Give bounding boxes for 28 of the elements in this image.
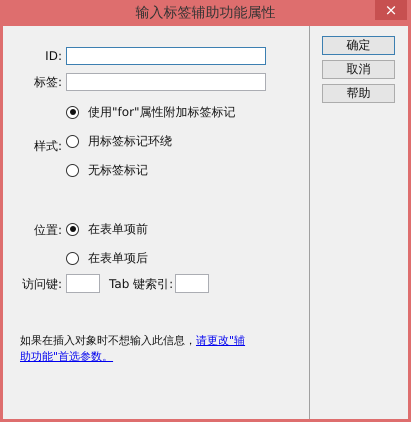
tab-index-field[interactable] <box>175 274 210 293</box>
window-title: 输入标签辅助功能属性 <box>136 4 276 22</box>
field-label: 标签: <box>32 74 63 91</box>
radio-button[interactable] <box>66 222 79 236</box>
dialog-button[interactable]: 取消 <box>322 60 395 79</box>
radio-label: 在表单项前 <box>88 221 148 238</box>
note-text: 如果在插入对象时不想输入此信息， <box>20 334 196 347</box>
radio-button[interactable] <box>66 106 79 118</box>
access-key-field[interactable] <box>66 274 100 293</box>
text-field[interactable] <box>66 73 266 91</box>
radio-label: 用标签标记环绕 <box>88 133 172 150</box>
dialog-button[interactable]: 帮助 <box>322 84 395 103</box>
radio-button[interactable] <box>66 134 79 148</box>
position-label: 位置: <box>34 222 62 239</box>
access-key-label: 访问键: <box>20 276 63 292</box>
preferences-link[interactable]: 请更改"辅 <box>196 334 246 347</box>
text-field[interactable] <box>66 47 266 65</box>
field-label: ID: <box>44 48 63 65</box>
radio-label: 使用"for"属性附加标签标记 <box>88 104 236 121</box>
radio-label: 无标签标记 <box>88 162 148 179</box>
tab-index-label: Tab 键索引: <box>109 276 174 292</box>
preferences-link[interactable]: 助功能"首选参数。 <box>20 350 114 363</box>
radio-label: 在表单项后 <box>88 250 148 267</box>
dialog-button[interactable]: 确定 <box>322 36 395 55</box>
radio-button[interactable] <box>66 164 79 176</box>
style-label: 样式: <box>34 138 62 155</box>
radio-button[interactable] <box>66 252 79 264</box>
close-button[interactable]: × <box>375 0 407 20</box>
